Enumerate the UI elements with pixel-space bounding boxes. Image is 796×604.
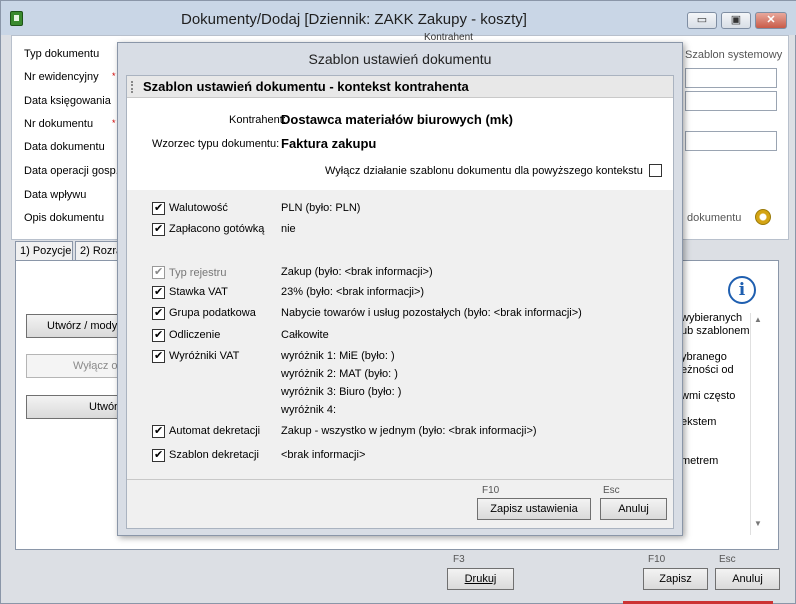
dialog-body: Szablon ustawień dokumentu - kontekst ko… <box>126 75 674 529</box>
info-text-line: wmi często <box>681 390 736 402</box>
f10-hotkey-label: F10 <box>648 554 666 565</box>
tab-pozycje[interactable]: 1) Pozycje <box>15 241 73 261</box>
wyroznik-3-value: wyróżnik 3: Biuro (było: ) <box>281 386 402 398</box>
create-button[interactable]: Utwór <box>26 395 118 419</box>
label-typ-dokumentu: Typ dokumentu <box>24 48 100 60</box>
kontrahent-field-3[interactable] <box>685 131 777 151</box>
walutowosc-label: Walutowość <box>169 202 228 214</box>
label-data-wplywu: Data wpływu <box>24 189 87 201</box>
minimize-button[interactable]: ▭ <box>687 12 717 29</box>
automat-dekretacji-checkbox[interactable] <box>152 424 165 438</box>
dialog-cancel-button[interactable]: Anuluj <box>600 498 667 520</box>
stawka-vat-label: Stawka VAT <box>169 286 228 298</box>
wzorzec-label: Wzorzec typu dokumentu: <box>152 138 280 150</box>
kontrahent-field[interactable] <box>685 68 777 88</box>
zaplacono-gotowka-checkbox[interactable] <box>152 222 165 236</box>
info-text-line: wybieranych <box>681 312 743 324</box>
label-nr-dokumentu: Nr dokumentu <box>24 118 94 130</box>
zaplacono-gotowka-value: nie <box>281 223 296 235</box>
wyroznik-1-value: wyróżnik 1: MiE (było: ) <box>281 350 395 362</box>
info-text-line: metrem <box>681 455 719 467</box>
szablon-dekretacji-checkbox[interactable] <box>152 448 165 462</box>
section-header: Szablon ustawień dokumentu - kontekst ko… <box>127 76 673 98</box>
divider <box>127 479 673 480</box>
odliczenie-value: Całkowite <box>281 329 329 341</box>
info-text-line: ybranego <box>681 351 727 363</box>
disable-button[interactable]: Wyłącz o <box>26 354 118 378</box>
wyroznik-2-value: wyróżnik 2: MAT (było: ) <box>281 368 398 380</box>
wyroznik-4-value: wyróżnik 4: <box>281 404 337 416</box>
szablon-systemowy-label: Szablon systemowy <box>685 49 783 61</box>
app-icon <box>10 11 23 26</box>
typ-rejestru-value: Zakup (było: <brak informacji>) <box>281 266 433 278</box>
info-scrollbar[interactable]: ▲ ▼ <box>750 313 766 535</box>
automat-dekretacji-label: Automat dekretacji <box>169 425 261 437</box>
odliczenie-checkbox[interactable] <box>152 328 165 342</box>
grip-icon[interactable] <box>131 81 133 93</box>
automat-dekretacji-value: Zakup - wszystko w jednym (było: <brak i… <box>281 425 537 437</box>
label-data-ksiegowania: Data księgowania <box>24 95 111 107</box>
context-panel: Kontrahent: Dostawca materiałów biurowyc… <box>127 98 673 190</box>
esc-hotkey-label: Esc <box>719 554 736 565</box>
typ-rejestru-checkbox <box>152 265 165 279</box>
grupa-podatkowa-label: Grupa podatkowa <box>169 307 256 319</box>
maximize-button[interactable]: ▣ <box>721 12 751 29</box>
f3-hotkey-label: F3 <box>453 554 465 565</box>
kontrahent-label: Kontrahent: <box>229 114 286 126</box>
grupa-podatkowa-checkbox[interactable] <box>152 306 165 320</box>
print-button[interactable]: Drukuj <box>447 568 514 590</box>
walutowosc-checkbox[interactable] <box>152 201 165 215</box>
grupa-podatkowa-value: Nabycie towarów i usług pozostałych (był… <box>281 307 582 319</box>
main-window: Dokumenty/Dodaj [Dziennik: ZAKK Zakupy -… <box>0 0 796 604</box>
szablon-dekretacji-value: <brak informacji> <box>281 449 366 461</box>
wyrozniki-vat-label: Wyróżniki VAT <box>169 350 240 362</box>
info-icon: i <box>728 276 756 304</box>
kontrahent-value: Dostawca materiałów biurowych (mk) <box>281 112 513 127</box>
close-button[interactable]: ✕ <box>755 12 787 29</box>
szablon-dekretacji-label: Szablon dekretacji <box>169 449 259 461</box>
walutowosc-value: PLN (było: PLN) <box>281 202 361 214</box>
stawka-vat-value: 23% (było: <brak informacji>) <box>281 286 425 298</box>
info-text-line: eżności od <box>681 364 734 376</box>
disable-template-checkbox[interactable] <box>649 164 662 177</box>
save-settings-button[interactable]: Zapisz ustawienia <box>477 498 591 520</box>
template-settings-dialog: Szablon ustawień dokumentu Szablon ustaw… <box>117 42 683 536</box>
wyrozniki-vat-checkbox[interactable] <box>152 349 165 363</box>
label-data-operacji: Data operacji gosp. <box>24 165 119 177</box>
zaplacono-gotowka-label: Zapłacono gotówką <box>169 223 265 235</box>
odliczenie-label: Odliczenie <box>169 329 221 341</box>
section-title: Szablon ustawień dokumentu - kontekst ko… <box>143 79 469 94</box>
required-mark: * <box>112 118 116 128</box>
tab-rozrachunki[interactable]: 2) Rozra <box>75 241 122 261</box>
f10-hotkey-label: F10 <box>482 485 500 496</box>
label-nr-ewidencyjny: Nr ewidencyjny <box>24 71 99 83</box>
info-text-line: ekstem <box>681 416 717 428</box>
typ-rejestru-label: Typ rejestru <box>169 267 227 279</box>
cancel-button[interactable]: Anuluj <box>715 568 780 590</box>
required-mark: * <box>112 71 116 81</box>
create-modify-button[interactable]: Utwórz / mody <box>26 314 118 338</box>
dokumentu-link[interactable]: dokumentu <box>687 212 741 224</box>
scroll-down-icon[interactable]: ▼ <box>754 519 762 528</box>
label-opis-dokumentu: Opis dokumentu <box>24 212 105 224</box>
dialog-title: Szablon ustawień dokumentu <box>308 51 492 67</box>
label-data-dokumentu: Data dokumentu <box>24 141 105 153</box>
scroll-up-icon[interactable]: ▲ <box>754 315 762 324</box>
esc-hotkey-label: Esc <box>603 485 620 496</box>
window-title: Dokumenty/Dodaj [Dziennik: ZAKK Zakupy -… <box>181 11 527 28</box>
save-button[interactable]: Zapisz <box>643 568 708 590</box>
gear-icon[interactable] <box>755 209 771 225</box>
info-text-line: ub szablonem <box>681 325 750 337</box>
wzorzec-value: Faktura zakupu <box>281 136 377 151</box>
disable-template-label: Wyłącz działanie szablonu dokumentu dla … <box>325 165 643 177</box>
stawka-vat-checkbox[interactable] <box>152 285 165 299</box>
title-bar: Dokumenty/Dodaj [Dziennik: ZAKK Zakupy -… <box>1 1 796 35</box>
kontrahent-field-2[interactable] <box>685 91 777 111</box>
